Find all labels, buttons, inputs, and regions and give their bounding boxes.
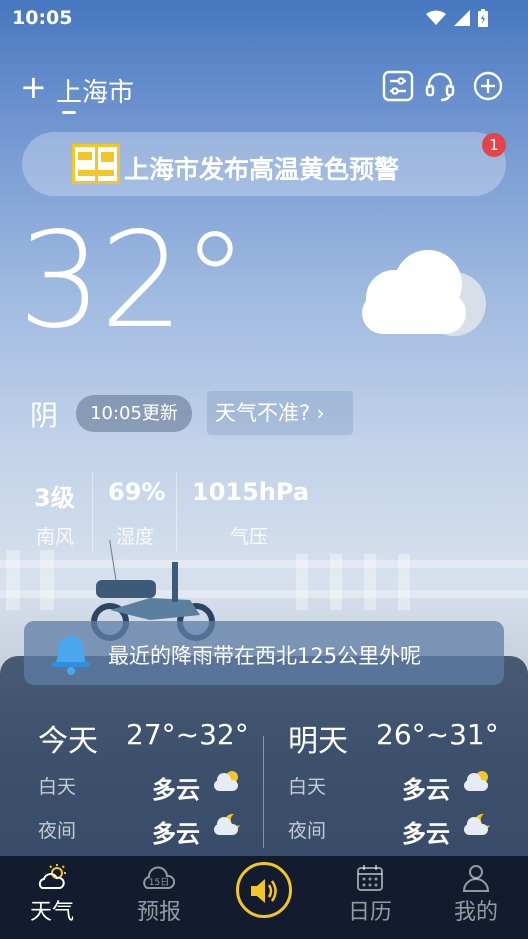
headset-icon[interactable] (424, 70, 456, 102)
partly-cloudy-night-icon (464, 813, 490, 835)
current-temperature: 32° (18, 204, 248, 358)
chevron-right-icon: › (310, 401, 325, 425)
yellow-warning-icon (72, 144, 120, 184)
forecast-15day-icon: 15日 (143, 866, 175, 889)
today-label[interactable]: 今天 (38, 716, 98, 760)
partly-cloudy-day-icon (464, 771, 488, 791)
weather-sun-cloud-icon (38, 864, 66, 889)
tomorrow-night-condition: 多云 (402, 820, 450, 848)
today-temp-range: 27°~32° (126, 718, 249, 751)
cloudy-weather-icon (362, 250, 486, 336)
add-circle-icon[interactable] (472, 70, 504, 102)
nav-weather-tab[interactable]: 天气 (12, 856, 92, 939)
today-night-condition: 多云 (152, 820, 200, 848)
partly-cloudy-night-icon (214, 813, 240, 835)
signal-icon (454, 10, 470, 26)
nav-forecast-label: 预报 (136, 900, 181, 925)
feedback-inaccurate-button[interactable]: 天气不准? › (207, 391, 353, 435)
alert-text[interactable]: 上海市发布高温黄色预警 (124, 150, 399, 186)
tomorrow-temp-range: 26°~31° (376, 718, 499, 751)
nav-calendar-tab[interactable]: 日历 (330, 856, 410, 939)
voice-broadcast-button[interactable] (236, 862, 292, 918)
wifi-icon (426, 10, 446, 25)
tomorrow-day-condition: 多云 (402, 776, 450, 804)
tomorrow-night-label: 夜间 (288, 820, 327, 842)
status-icons (426, 9, 488, 27)
humidity-value: 69% (108, 478, 166, 506)
tomorrow-label[interactable]: 明天 (288, 716, 348, 760)
calendar-icon (357, 865, 383, 891)
battery-icon (478, 9, 488, 27)
status-bar: 10:05 (0, 0, 528, 36)
today-day-condition: 多云 (152, 776, 200, 804)
today-day-label: 白天 (38, 776, 77, 798)
alert-count-badge: 1 (482, 133, 506, 157)
current-condition: 阴 (30, 399, 59, 432)
svg-text:15日: 15日 (149, 877, 169, 888)
add-city-button[interactable]: + (20, 70, 47, 104)
city-name[interactable]: 上海市 (56, 72, 134, 109)
wind-level: 3级 (34, 484, 75, 512)
nav-profile-tab[interactable]: 我的 (436, 856, 516, 939)
bell-icon (52, 636, 90, 675)
nav-forecast-tab[interactable]: 15日 预报 (119, 856, 199, 939)
rain-notice-text: 最近的降雨带在西北125公里外呢 (108, 644, 422, 668)
page-indicator (62, 111, 76, 114)
feedback-label: 天气不准? (215, 401, 311, 425)
partly-cloudy-day-icon (214, 771, 238, 791)
nav-weather-label: 天气 (29, 900, 74, 925)
update-time-pill: 10:05更新 (76, 395, 192, 432)
forecast-divider (263, 736, 264, 848)
today-night-label: 夜间 (38, 820, 77, 842)
nav-profile-label: 我的 (453, 900, 498, 925)
settings-icon[interactable] (382, 70, 414, 102)
speaker-icon (251, 879, 277, 903)
status-time: 10:05 (12, 7, 73, 29)
pressure-value: 1015hPa (192, 478, 310, 506)
tomorrow-day-label: 白天 (288, 776, 327, 798)
user-icon (462, 865, 490, 892)
nav-calendar-label: 日历 (347, 900, 392, 925)
